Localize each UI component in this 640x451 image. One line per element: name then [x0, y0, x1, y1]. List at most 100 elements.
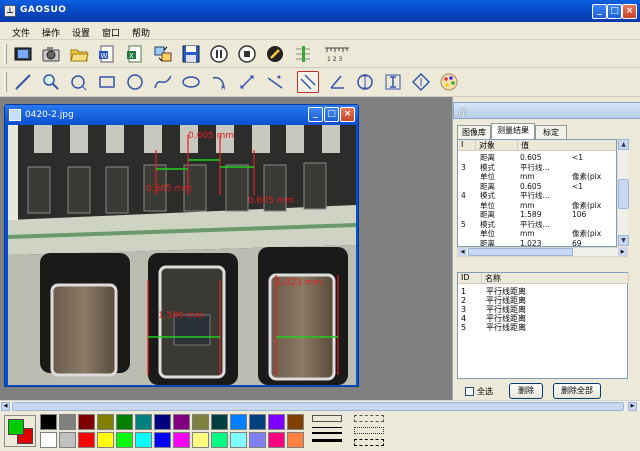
scroll-down-icon[interactable]: ▼ [618, 235, 629, 246]
delete-button[interactable]: 删除 [509, 383, 543, 399]
color-swatch[interactable] [154, 432, 171, 448]
color-swatch[interactable] [249, 432, 266, 448]
i-beam-measure-icon[interactable] [382, 71, 404, 93]
menu-window[interactable]: 窗口 [102, 26, 120, 39]
color-swatch[interactable] [268, 414, 285, 430]
circle-icon[interactable] [124, 71, 146, 93]
scroll-left-icon[interactable]: ◀ [1, 402, 10, 411]
camera-icon[interactable] [40, 43, 62, 65]
results-scrollbar[interactable]: ▲ ▼ [617, 139, 629, 247]
microscope-image[interactable]: 0.605 mm 0.585 mm 0.605 mm 1.023 mm 1.58… [8, 125, 356, 385]
tab-image-library[interactable]: 图像库 [457, 125, 491, 139]
delete-all-button[interactable]: 删除全部 [553, 383, 601, 399]
results-hscrollbar[interactable]: ◀ ▶ [457, 247, 628, 257]
color-swatch[interactable] [40, 432, 57, 448]
tab-measurement-results[interactable]: 测量结果 [491, 123, 535, 139]
scroll-left-icon[interactable]: ◀ [458, 248, 467, 256]
results-header-object[interactable]: 对象 [476, 140, 518, 151]
ellipse-icon[interactable] [180, 71, 202, 93]
current-colors[interactable] [4, 415, 36, 447]
list-header-id[interactable]: ID [458, 273, 482, 284]
line-style-dashed[interactable] [354, 415, 384, 422]
export-word-icon[interactable]: W [96, 43, 118, 65]
transfer-icon[interactable] [152, 43, 174, 65]
color-swatch[interactable] [135, 414, 152, 430]
scroll-right-icon[interactable]: ▶ [618, 248, 627, 256]
image-minimize-button[interactable]: _ [308, 107, 323, 122]
angle-tool-icon[interactable] [326, 71, 348, 93]
color-swatch[interactable] [211, 432, 228, 448]
image-window-titlebar[interactable]: 0420-2.jpg _ □ × [5, 105, 358, 125]
color-swatch[interactable] [230, 414, 247, 430]
scroll-right-icon[interactable]: ▶ [628, 402, 637, 411]
results-header-value[interactable]: 值 [518, 140, 616, 151]
menu-operation[interactable]: 操作 [42, 26, 60, 39]
workspace-hscrollbar[interactable]: ◀ ▶ [0, 400, 640, 411]
line-style-thin[interactable] [312, 415, 342, 422]
line-tool-icon[interactable] [12, 71, 34, 93]
minimize-button[interactable]: _ [592, 4, 607, 19]
menu-help[interactable]: 帮助 [132, 26, 150, 39]
open-folder-icon[interactable] [68, 43, 90, 65]
color-swatch[interactable] [230, 432, 247, 448]
line-style-dotted[interactable] [354, 427, 384, 434]
color-swatch[interactable] [116, 414, 133, 430]
color-swatch[interactable] [78, 414, 95, 430]
color-swatch[interactable] [59, 414, 76, 430]
toolbar-grip[interactable] [4, 72, 7, 92]
arc-icon[interactable]: H [208, 71, 230, 93]
rectangle-icon[interactable] [96, 71, 118, 93]
vertical-measure-icon[interactable] [354, 71, 376, 93]
diamond-measure-icon[interactable] [410, 71, 432, 93]
color-swatch[interactable] [173, 414, 190, 430]
color-swatch[interactable] [287, 414, 304, 430]
color-swatch[interactable] [59, 432, 76, 448]
line-style-dashdot[interactable] [354, 439, 384, 446]
play-pause-icon[interactable] [208, 43, 230, 65]
settings-wrench-icon[interactable] [264, 43, 286, 65]
toolbar-grip[interactable] [4, 44, 7, 64]
color-swatch[interactable] [97, 414, 114, 430]
stop-icon[interactable] [236, 43, 258, 65]
color-swatch[interactable] [211, 414, 228, 430]
color-swatch[interactable] [268, 432, 285, 448]
close-button[interactable]: × [622, 4, 637, 19]
results-header-index[interactable]: I [458, 140, 476, 151]
color-swatch[interactable] [78, 432, 95, 448]
circle-select-icon[interactable] [68, 71, 90, 93]
parallel-lines-icon[interactable] [297, 71, 319, 93]
color-swatch[interactable] [154, 414, 171, 430]
results-scroll-thumb[interactable] [618, 179, 629, 209]
line-style-thick[interactable] [312, 439, 342, 445]
color-swatch[interactable] [192, 414, 209, 430]
color-swatch[interactable] [249, 414, 266, 430]
workspace-hscroll-thumb[interactable] [12, 402, 624, 411]
ruler-scale-icon[interactable]: 1 2 3 [322, 43, 352, 65]
foreground-color-swatch[interactable] [8, 419, 24, 435]
color-swatch[interactable] [40, 414, 57, 430]
scroll-up-icon[interactable]: ▲ [618, 139, 629, 150]
calibration-icon[interactable] [292, 43, 314, 65]
menu-settings[interactable]: 设置 [72, 26, 90, 39]
angle-measure-icon[interactable] [236, 71, 258, 93]
color-swatch[interactable] [173, 432, 190, 448]
export-excel-icon[interactable]: X [124, 43, 146, 65]
curve-icon[interactable] [152, 71, 174, 93]
image-close-button[interactable]: × [340, 107, 355, 122]
line-style-medium[interactable] [312, 427, 342, 434]
color-swatch[interactable] [135, 432, 152, 448]
palette-icon[interactable] [438, 71, 460, 93]
video-capture-icon[interactable] [12, 43, 34, 65]
results-hscroll-thumb[interactable] [468, 248, 573, 256]
save-icon[interactable] [180, 43, 202, 65]
image-maximize-button[interactable]: □ [324, 107, 339, 122]
color-swatch[interactable] [287, 432, 304, 448]
color-swatch[interactable] [116, 432, 133, 448]
color-swatch[interactable] [192, 432, 209, 448]
zoom-tool-icon[interactable] [40, 71, 62, 93]
select-all-checkbox[interactable] [465, 387, 474, 396]
menu-file[interactable]: 文件 [12, 26, 30, 39]
maximize-button[interactable]: □ [607, 4, 622, 19]
tab-calibration[interactable]: 标定 [535, 125, 567, 139]
list-header-name[interactable]: 名称 [482, 273, 629, 284]
